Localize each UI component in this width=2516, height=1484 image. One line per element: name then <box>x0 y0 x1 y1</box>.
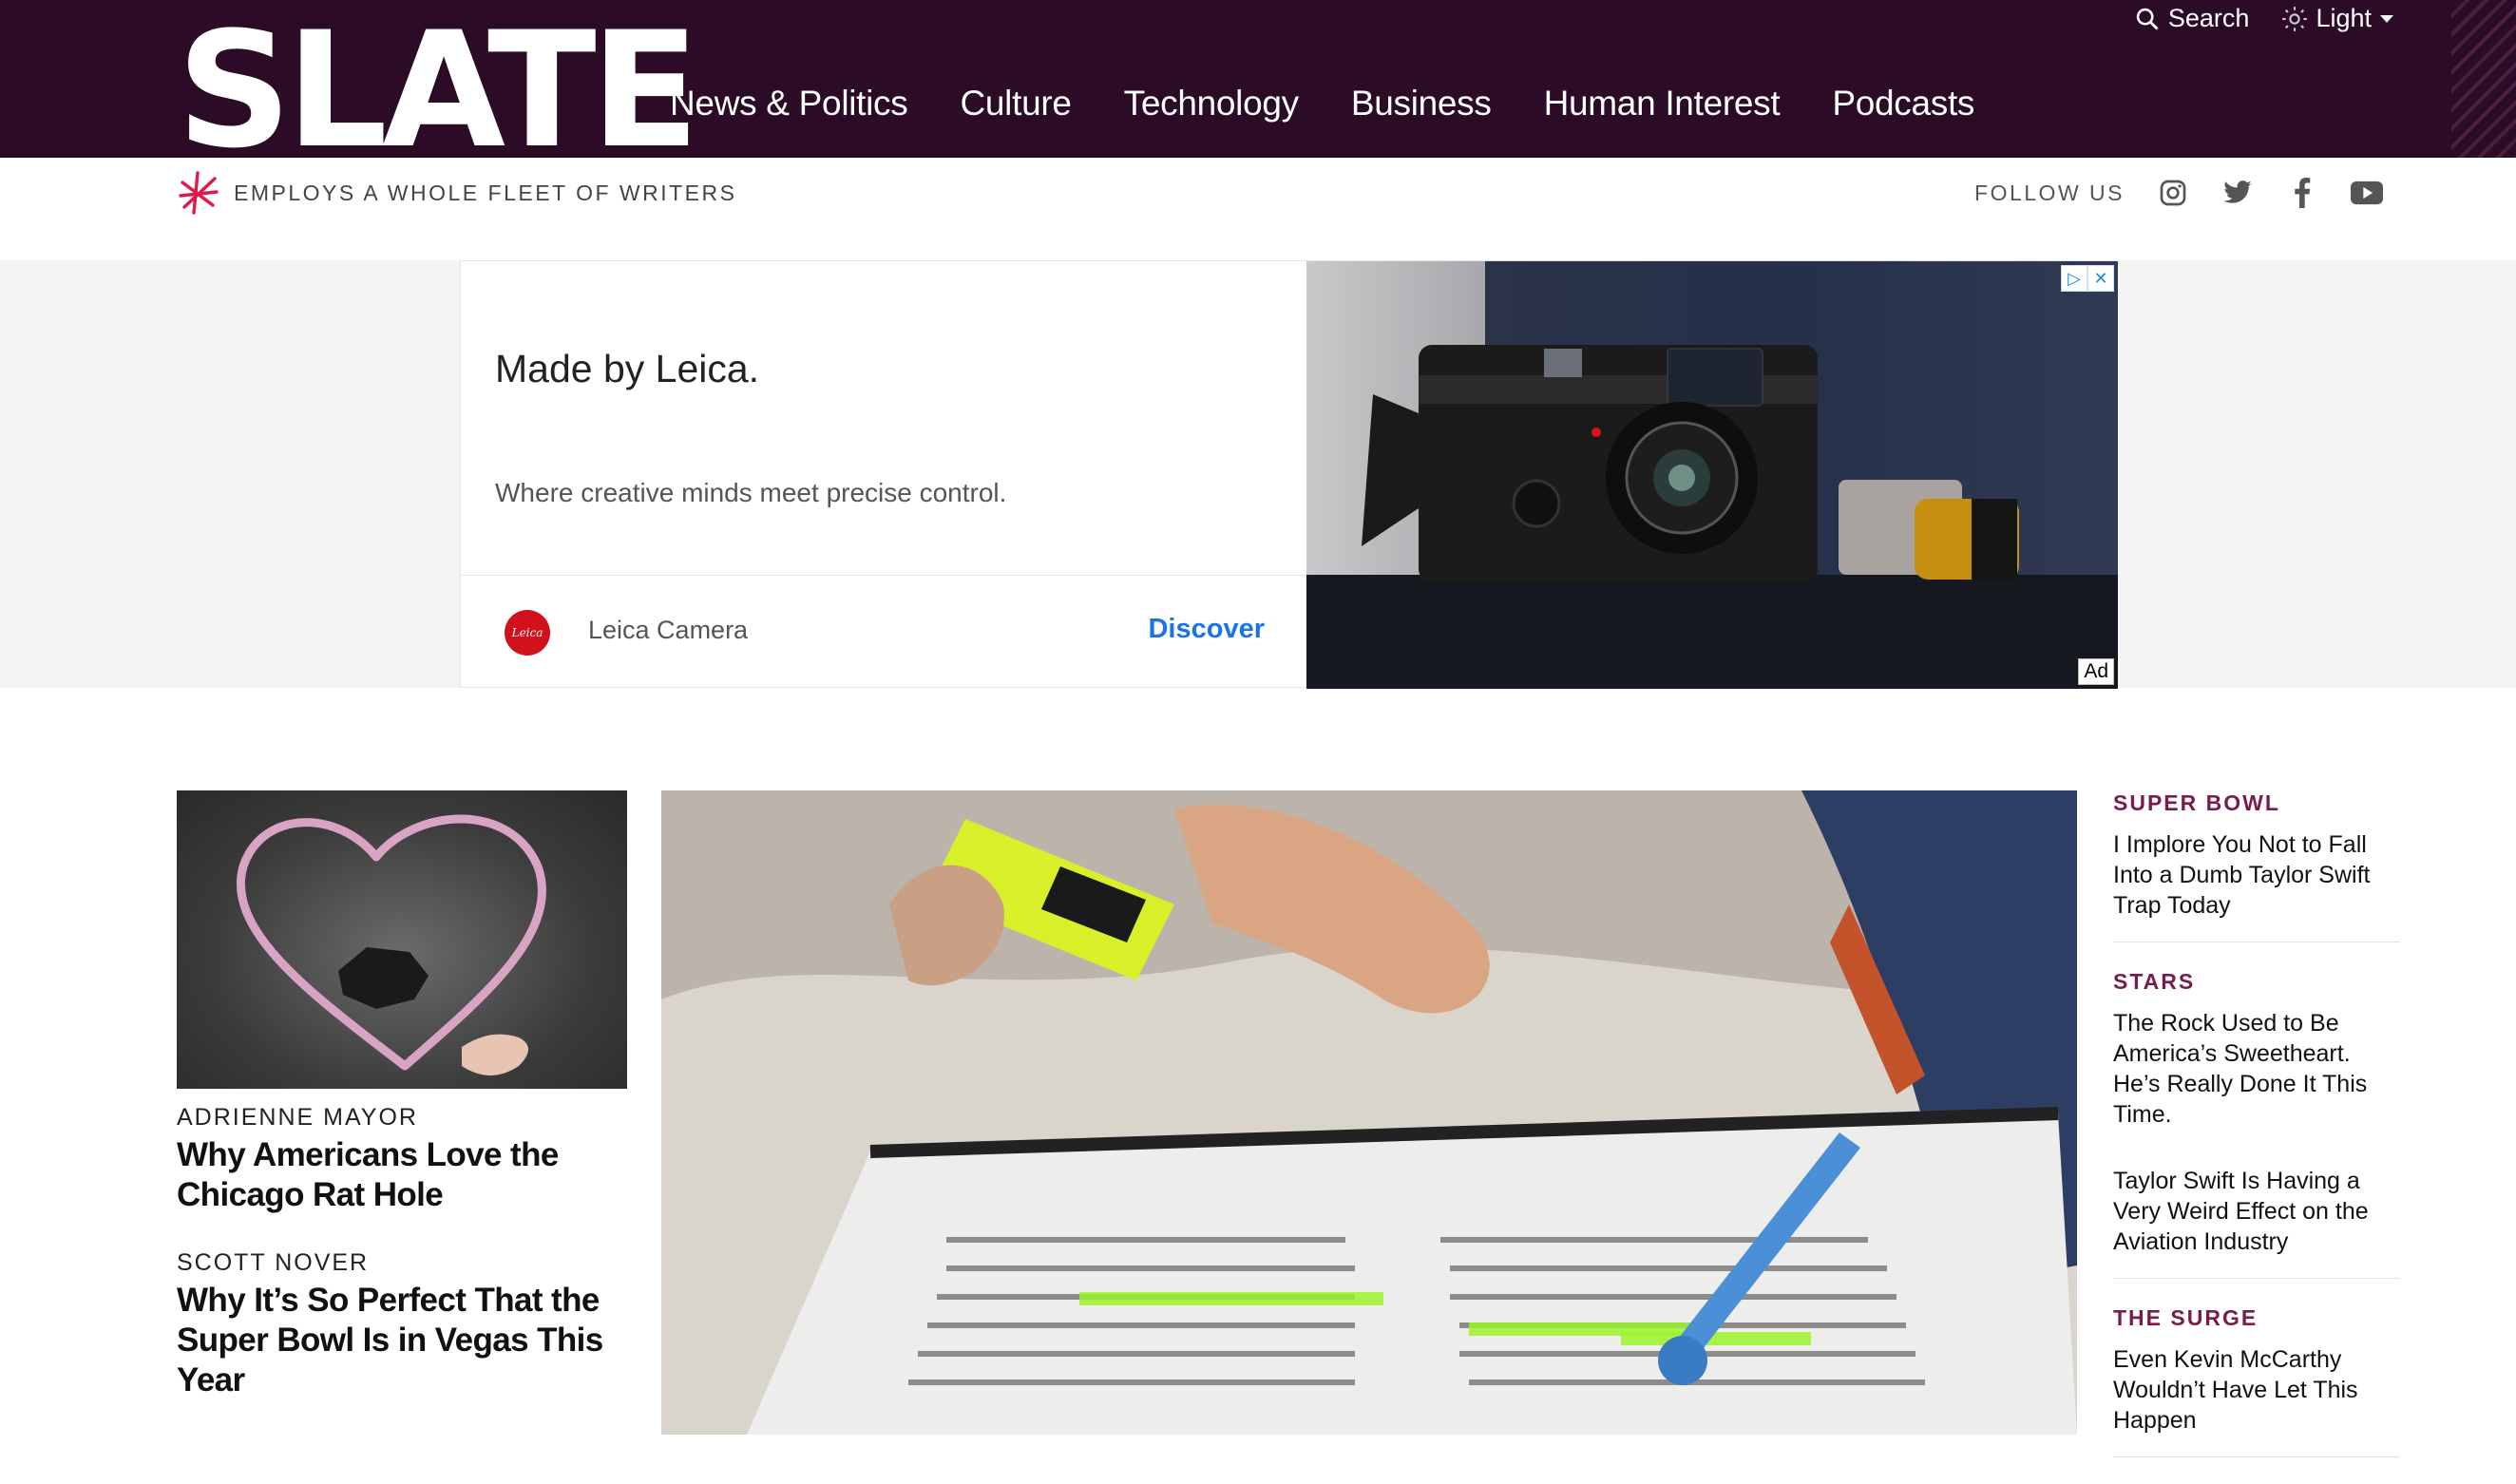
story-2[interactable]: SCOTT NOVER Why It’s So Perfect That the… <box>177 1249 627 1400</box>
youtube-icon[interactable] <box>2351 177 2383 209</box>
nav-human-interest[interactable]: Human Interest <box>1544 84 1781 124</box>
right-column: SUPER BOWL I Implore You Not to Fall Int… <box>2113 790 2400 1484</box>
ad-info-icon[interactable]: ▷ <box>2061 265 2087 292</box>
nav-news-politics[interactable]: News & Politics <box>670 84 908 124</box>
ad-label: Ad <box>2078 658 2114 685</box>
sidebar-headline[interactable]: I Implore You Not to Fall Into a Dumb Ta… <box>2113 829 2400 921</box>
story-author: ADRIENNE MAYOR <box>177 1104 418 1131</box>
story-author: SCOTT NOVER <box>177 1249 370 1276</box>
hero-image[interactable] <box>661 790 2077 1435</box>
main-nav: News & Politics Culture Technology Busin… <box>670 84 1974 124</box>
sidebar-headline[interactable]: Even Kevin McCarthy Wouldn’t Have Let Th… <box>2113 1344 2400 1436</box>
nav-technology[interactable]: Technology <box>1124 84 1299 124</box>
ad-brand-name[interactable]: Leica Camera <box>588 616 748 645</box>
story-1[interactable]: ADRIENNE MAYOR Why Americans Love the Ch… <box>177 1104 627 1215</box>
camera-illustration <box>1306 345 2118 689</box>
follow-label: FOLLOW US <box>1974 180 2125 205</box>
left-column: ADRIENNE MAYOR Why Americans Love the Ch… <box>177 790 627 1400</box>
sidebar-headline[interactable]: Taylor Swift Is Having a Very Weird Effe… <box>2113 1166 2400 1257</box>
chevron-down-icon <box>2380 14 2393 23</box>
twitter-icon[interactable] <box>2221 177 2254 209</box>
header-utilities: Search Light <box>2134 4 2394 33</box>
sidebar-block-stars: STARS The Rock Used to Be America’s Swee… <box>2113 969 2400 1279</box>
story-headline[interactable]: Why Americans Love the Chicago Rat Hole <box>177 1135 627 1215</box>
sidebar-kicker[interactable]: THE SURGE <box>2113 1305 2400 1331</box>
facebook-icon[interactable] <box>2286 177 2318 209</box>
sun-icon <box>2282 6 2308 31</box>
slate-spark-icon <box>179 171 219 215</box>
sidebar-block-super-bowl: SUPER BOWL I Implore You Not to Fall Int… <box>2113 790 2400 942</box>
ad-title[interactable]: Made by Leica. <box>495 347 759 391</box>
ad-choices[interactable]: ▷ ✕ <box>2061 265 2114 292</box>
ad-copy: Made by Leica. Where creative minds meet… <box>461 261 1306 689</box>
ad-footer: Leica Leica Camera Discover <box>461 575 1306 690</box>
rat-hole-thumbnail[interactable] <box>177 790 627 1089</box>
discover-button[interactable]: Discover <box>1148 614 1265 645</box>
ad-camera-image[interactable]: ▷ ✕ Ad <box>1306 261 2118 689</box>
search-icon <box>2136 8 2159 29</box>
instagram-icon[interactable] <box>2157 177 2189 209</box>
ad-description: Where creative minds meet precise contro… <box>495 478 1007 507</box>
chalk-heart-image <box>237 814 546 1075</box>
leica-ad[interactable]: Made by Leica. Where creative minds meet… <box>460 260 2118 689</box>
tagline: EMPLOYS A WHOLE FLEET OF WRITERS <box>177 169 736 217</box>
search-button[interactable]: Search <box>2134 4 2250 33</box>
ad-close-icon[interactable]: ✕ <box>2087 265 2114 292</box>
slate-logo[interactable]: SLATE <box>177 23 694 158</box>
nav-podcasts[interactable]: Podcasts <box>1832 84 1974 124</box>
nav-culture[interactable]: Culture <box>960 84 1071 124</box>
theme-label: Light <box>2316 4 2372 32</box>
sidebar-kicker[interactable]: STARS <box>2113 969 2400 995</box>
sidebar-headline[interactable]: The Rock Used to Be America’s Sweetheart… <box>2113 1008 2400 1130</box>
search-label: Search <box>2167 4 2250 32</box>
sidebar-block-the-surge: THE SURGE Even Kevin McCarthy Wouldn’t H… <box>2113 1305 2400 1457</box>
header-stripe-decoration <box>2451 0 2516 158</box>
leica-logo: Leica <box>505 610 550 656</box>
tagline-text: EMPLOYS A WHOLE FLEET OF WRITERS <box>234 180 737 205</box>
story-headline[interactable]: Why It’s So Perfect That the Super Bowl … <box>177 1281 627 1400</box>
sidebar-kicker[interactable]: SUPER BOWL <box>2113 790 2400 816</box>
nav-business[interactable]: Business <box>1351 84 1492 124</box>
theme-toggle[interactable]: Light <box>2281 4 2394 33</box>
social-follow: FOLLOW US <box>1974 177 2383 209</box>
highlighter-book-image <box>661 790 2077 1435</box>
